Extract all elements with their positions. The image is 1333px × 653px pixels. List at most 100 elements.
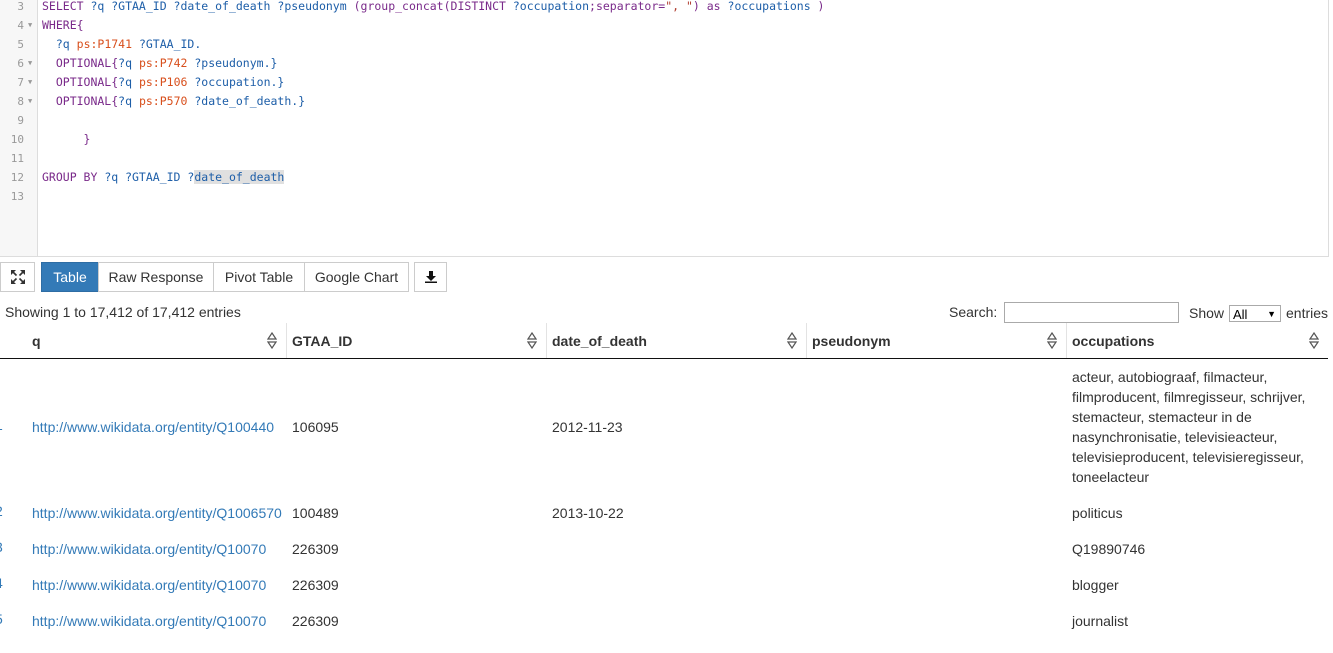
tab-pivot-table[interactable]: Pivot Table [213,262,305,292]
column-header-gtaa-id[interactable]: GTAA_ID [292,323,352,358]
code-line[interactable]: 13 [0,187,1328,206]
code-token: WHERE{ [42,18,84,32]
entries-label: entries [1286,305,1329,321]
code-token: ?pseudonym.} [194,56,278,70]
code-token: ps:P742 [138,56,195,70]
code-token: DISTINCT [450,0,513,13]
row-index: 4 [0,575,3,591]
sort-icon[interactable] [527,332,537,349]
code-token: SELECT [42,0,91,13]
download-icon [424,271,437,283]
code-line[interactable]: 7 ▼ OPTIONAL{?q ps:P106 ?occupation.} [0,73,1328,92]
occupations-cell: blogger [1072,577,1119,593]
tab-table[interactable]: Table [41,262,99,292]
gtaa-id-cell: 226309 [292,577,339,593]
code-token: OPTIONAL{ [42,56,119,70]
gtaa-id-cell: 226309 [292,613,339,629]
code-line[interactable]: 5 ?q ps:P1741 ?GTAA_ID. [0,35,1328,54]
code-text: GROUP BY ?q ?GTAA_ID ?date_of_death [42,168,285,187]
code-token: ) [810,0,825,13]
page-length-value: All [1233,307,1248,322]
code-token: ?q ?GTAA_ID ?date_of_death ?pseudonym [90,0,354,13]
code-text: OPTIONAL{?q ps:P742 ?pseudonym.} [42,54,278,73]
code-token: ?q [118,56,139,70]
line-number: 11 [10,152,24,165]
table-header: q GTAA_ID date_of_death pseudonym occupa… [0,323,1328,359]
date-of-death-cell: 2013-10-22 [552,505,624,521]
code-token: date_of_death [194,170,285,184]
sort-icon[interactable] [1309,332,1319,349]
code-token: OPTIONAL{ [42,75,119,89]
sort-icon[interactable] [1047,332,1057,349]
search-input[interactable] [1004,302,1179,323]
column-header-occupations[interactable]: occupations [1072,323,1154,358]
column-divider [286,323,287,358]
occupations-cell: Q19890746 [1072,541,1146,557]
column-header-q[interactable]: q [32,323,41,358]
line-number: 12 [10,171,24,184]
code-line[interactable]: 11 [0,149,1328,168]
search-label: Search: [949,304,998,320]
code-token: OPTIONAL{ [42,94,119,108]
code-line[interactable]: 8 ▼ OPTIONAL{?q ps:P570 ?date_of_death.} [0,92,1328,111]
sort-icon[interactable] [787,332,797,349]
code-token: group_concat [360,0,444,13]
code-line[interactable]: 4 ▼ WHERE{ [0,16,1328,35]
code-token: GROUP BY [42,170,105,184]
code-token: ", " [665,0,693,13]
code-text: WHERE{ [42,16,84,35]
fold-arrow-icon[interactable]: ▼ [28,73,32,92]
download-button[interactable] [414,262,447,292]
code-text: OPTIONAL{?q ps:P570 ?date_of_death.} [42,92,305,111]
line-number: 8 [17,95,24,108]
fullscreen-button[interactable] [0,262,35,292]
gtaa-id-cell: 106095 [292,419,339,435]
fold-arrow-icon[interactable]: ▼ [28,16,32,35]
entity-link[interactable]: http://www.wikidata.org/entity/Q10070 [32,575,266,595]
code-line[interactable]: 3 SELECT ?q ?GTAA_ID ?date_of_death ?pseu… [0,0,1328,16]
code-token: ?occupations [727,0,811,13]
entity-link[interactable]: http://www.wikidata.org/entity/Q10070 [32,611,266,631]
code-token: ps:P1741 [76,37,139,51]
fold-arrow-icon[interactable]: ▼ [28,92,32,111]
code-token: } [42,132,91,146]
code-token: ;separator= [589,0,666,13]
fold-arrow-icon[interactable]: ▼ [28,54,32,73]
code-line[interactable]: 12 GROUP BY ?q ?GTAA_ID ?date_of_death [0,168,1328,187]
gtaa-id-cell: 100489 [292,505,339,521]
sort-icon[interactable] [267,332,277,349]
code-token: ps:P570 [138,94,195,108]
occupations-line: stemacteur, stemacteur in de [1072,409,1252,425]
code-token: ?q ?GTAA_ID [104,170,188,184]
occupations-cell: journalist [1072,613,1129,629]
code-token: ?occupation [512,0,590,13]
code-token: ?q [118,75,139,89]
entity-link[interactable]: http://www.wikidata.org/entity/Q10070 [32,539,266,559]
entity-link[interactable]: http://www.wikidata.org/entity/Q1006570 [32,503,282,523]
occupations-line: toneelacteur [1072,469,1150,485]
row-index: 5 [0,611,3,627]
date-of-death-cell: 2012-11-23 [552,419,623,435]
tab-raw-response[interactable]: Raw Response [98,262,214,292]
occupations-line: televisieproducent, televisieregisseur, [1072,449,1304,465]
chevron-down-icon: ▼ [1267,309,1276,319]
column-header-date-of-death[interactable]: date_of_death [552,323,647,358]
occupations-cell: politicus [1072,505,1123,521]
tab-google-chart[interactable]: Google Chart [304,262,409,292]
query-editor[interactable]: 3 SELECT ?q ?GTAA_ID ?date_of_death ?pseu… [0,0,1329,257]
occupations-line: nasynchronisatie, televisieacteur, [1072,429,1278,445]
occupations-line: filmproducent, filmregisseur, schrijver, [1072,389,1306,405]
column-header-pseudonym[interactable]: pseudonym [812,323,891,358]
fullscreen-icon [10,270,25,284]
code-text: ?q ps:P1741 ?GTAA_ID. [42,35,201,54]
code-line[interactable]: 9 [0,111,1328,130]
page-length-select[interactable]: All ▼ [1229,305,1281,322]
code-text: SELECT ?q ?GTAA_ID ?date_of_death ?pseud… [42,0,824,16]
code-line[interactable]: 6 ▼ OPTIONAL{?q ps:P742 ?pseudonym.} [0,54,1328,73]
code-line[interactable]: 10 } [0,130,1328,149]
row-index: 3 [0,539,3,555]
line-number: 10 [10,133,24,146]
entity-link[interactable]: http://www.wikidata.org/entity/Q100440 [32,417,274,437]
result-toolbar: Table Raw Response Pivot Table Google Ch… [0,262,1333,292]
